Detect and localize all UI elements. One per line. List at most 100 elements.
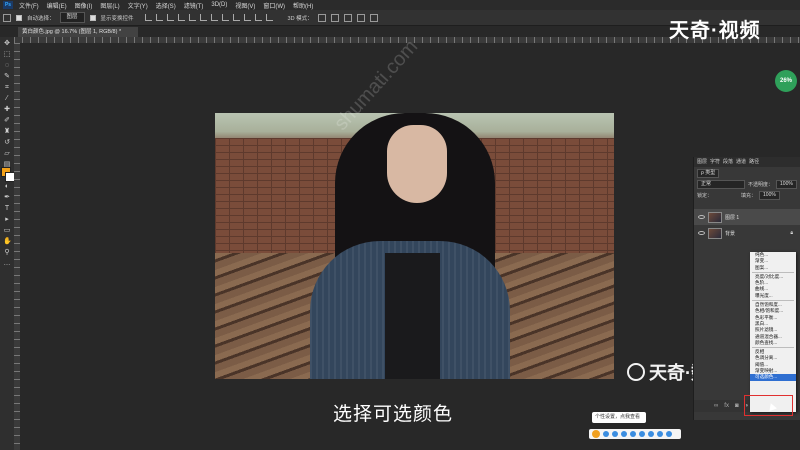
menu-edit[interactable]: 编辑(E) — [43, 1, 71, 10]
tray-emoji-icon[interactable] — [621, 431, 627, 437]
tab-paragraph[interactable]: 段落 — [723, 157, 733, 167]
blend-mode-dropdown[interactable]: 正常 — [697, 180, 745, 189]
fill-label: 填充： — [741, 193, 757, 199]
layer-filter-dropdown[interactable]: ρ 类型 — [697, 169, 720, 178]
distribute-top-icon[interactable] — [243, 14, 251, 21]
align-center-icon[interactable] — [155, 14, 163, 21]
menu-select[interactable]: 选择(S) — [152, 1, 180, 10]
tab-layers[interactable]: 图层 — [697, 157, 707, 167]
auto-select-checkbox[interactable] — [16, 14, 22, 21]
menu-filter[interactable]: 滤镜(T) — [180, 1, 208, 10]
show-transform-checkbox[interactable] — [89, 14, 96, 21]
menu-item-pattern[interactable]: 图案... — [750, 265, 796, 271]
align-right-icon[interactable] — [166, 14, 174, 21]
roll-3d-icon[interactable] — [330, 13, 339, 22]
video-subtitle: 选择可选颜色 — [333, 404, 454, 425]
layer-row-1[interactable]: 图层 1 — [694, 209, 800, 225]
scale-3d-icon[interactable] — [369, 13, 378, 22]
pan-3d-icon[interactable] — [343, 13, 352, 22]
brush-tool-icon[interactable]: ✐ — [3, 117, 11, 125]
tray-grid-icon[interactable] — [666, 431, 672, 437]
menu-type[interactable]: 文字(Y) — [124, 1, 152, 10]
align-bottom-icon[interactable] — [199, 14, 207, 21]
tray-toolbox-icon[interactable] — [657, 431, 663, 437]
brand-logo-icon — [627, 363, 645, 381]
brand-watermark-top: 天奇·视频 — [669, 20, 761, 42]
healing-brush-icon[interactable]: ✚ — [3, 106, 11, 114]
align-left-icon[interactable] — [144, 14, 152, 21]
lasso-tool-icon[interactable]: ◌ — [3, 62, 11, 70]
visibility-eye-icon[interactable] — [698, 231, 705, 235]
menu-window[interactable]: 窗口(W) — [259, 1, 289, 10]
lock-row: 锁定： 填充： 100% — [697, 191, 798, 200]
move-tool-icon[interactable] — [3, 13, 11, 22]
tray-punctuation-icon[interactable] — [612, 431, 618, 437]
mask-icon[interactable]: ◙ — [735, 403, 739, 409]
menu-item-selective-color[interactable]: 可选颜色... — [750, 374, 796, 381]
fx-icon[interactable]: fx — [724, 403, 729, 409]
visibility-eye-icon[interactable] — [698, 215, 705, 219]
eraser-tool-icon[interactable]: ▱ — [3, 150, 11, 158]
tab-channels[interactable]: 通道 — [736, 157, 746, 167]
input-method-tray — [589, 429, 681, 439]
tray-voice-icon[interactable] — [630, 431, 636, 437]
link-icon[interactable]: ∞ — [714, 403, 718, 409]
more-tools-icon[interactable]: … — [3, 260, 11, 268]
zoom-tool-icon[interactable]: ⚲ — [3, 249, 11, 257]
quick-select-tool-icon[interactable]: ✎ — [3, 73, 11, 81]
slide-3d-icon[interactable] — [356, 13, 365, 22]
menu-separator — [752, 347, 794, 349]
lock-label: 锁定： — [697, 193, 713, 199]
menu-image[interactable]: 图像(I) — [71, 1, 97, 10]
eyedropper-tool-icon[interactable]: ⁄ — [3, 95, 11, 103]
rotate-3d-icon[interactable] — [317, 13, 326, 22]
menu-item-color-lookup[interactable]: 颜色查找... — [750, 340, 796, 346]
settings-tooltip[interactable]: 个性设置，点我查看 — [592, 412, 646, 423]
hand-tool-icon[interactable]: ✋ — [3, 238, 12, 246]
history-brush-icon[interactable]: ↺ — [3, 139, 11, 147]
align-buttons — [144, 14, 273, 21]
filter-row: ρ 类型 — [697, 169, 798, 178]
opacity-field[interactable]: 100% — [776, 180, 797, 189]
input-method-logo-icon[interactable] — [592, 430, 600, 438]
align-top-icon[interactable] — [177, 14, 185, 21]
layer-name: 背景 — [725, 230, 736, 237]
menu-file[interactable]: 文件(F) — [15, 1, 43, 10]
distribute-middle-icon[interactable] — [254, 14, 262, 21]
distribute-center-icon[interactable] — [221, 14, 229, 21]
marquee-tool-icon[interactable]: ⬚ — [3, 51, 11, 59]
path-select-icon[interactable]: ▸ — [3, 216, 11, 224]
tray-mode-icon[interactable] — [603, 431, 609, 437]
layer-row-background[interactable]: 背景 🔒︎ — [694, 225, 800, 241]
person-shirt — [385, 253, 440, 379]
align-middle-icon[interactable] — [188, 14, 196, 21]
stamp-tool-icon[interactable]: ♜ — [3, 128, 11, 136]
tray-skin-icon[interactable] — [648, 431, 654, 437]
crop-tool-icon[interactable]: ⌗ — [3, 84, 11, 92]
menu-help[interactable]: 帮助(H) — [289, 1, 317, 10]
tab-character[interactable]: 字符 — [710, 157, 720, 167]
show-transform-label: 显示变换控件 — [100, 15, 134, 22]
shape-tool-icon[interactable]: ▭ — [3, 227, 11, 235]
auto-select-dropdown[interactable]: 图层 — [59, 12, 85, 23]
dodge-tool-icon[interactable]: ◐ — [3, 183, 11, 191]
distribute-bottom-icon[interactable] — [265, 14, 273, 21]
menu-3d[interactable]: 3D(D) — [207, 2, 231, 8]
panel-tabs: 图层 字符 段落 通道 路径 — [694, 157, 800, 167]
pen-tool-icon[interactable]: ✒ — [3, 194, 11, 202]
distribute-right-icon[interactable] — [232, 14, 240, 21]
menu-view[interactable]: 视图(V) — [231, 1, 259, 10]
menu-item-exposure[interactable]: 曝光度... — [750, 293, 796, 299]
document-tab[interactable]: 黄白颜色.jpg @ 16.7% (图层 1, RGB/8) * — [18, 27, 138, 37]
tray-keyboard-icon[interactable] — [639, 431, 645, 437]
photoshop-logo-icon: Ps — [3, 1, 13, 9]
tab-paths[interactable]: 路径 — [749, 157, 759, 167]
menu-layer[interactable]: 图层(L) — [96, 1, 123, 10]
zoom-percentage-badge[interactable]: 26% — [775, 70, 797, 92]
distribute-left-icon[interactable] — [210, 14, 218, 21]
layer-thumbnail — [708, 227, 722, 239]
move-tool-icon[interactable]: ✥ — [3, 40, 11, 48]
adjustment-layer-menu: 纯色... 渐变... 图案... 亮度/对比度... 色阶... 曲线... … — [750, 252, 796, 412]
type-tool-icon[interactable]: T — [3, 205, 11, 213]
fill-field[interactable]: 100% — [759, 191, 780, 200]
